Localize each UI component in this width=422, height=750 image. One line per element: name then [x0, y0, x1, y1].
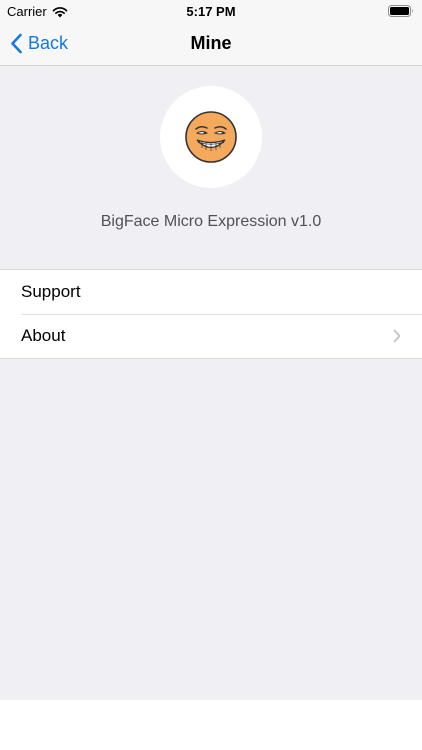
status-bar: Carrier 5:17 PM — [0, 0, 422, 22]
grinning-face-icon — [185, 111, 237, 163]
battery-icon — [388, 5, 413, 17]
app-version-label: BigFace Micro Expression v1.0 — [100, 213, 322, 230]
bottom-safe-area — [0, 700, 422, 750]
menu-item-support[interactable]: Support — [0, 270, 422, 314]
page-title: Mine — [190, 33, 232, 53]
menu-item-label: Support — [21, 282, 81, 301]
menu-item-about[interactable]: About — [0, 314, 422, 358]
mine-screen-content: BigFace Micro Expression v1.0 Support Ab… — [0, 66, 422, 700]
settings-menu: Support About — [0, 269, 422, 359]
navigation-bar: Back Mine — [0, 22, 422, 66]
avatar — [160, 86, 262, 188]
menu-item-label: About — [21, 326, 66, 345]
chevron-right-icon — [393, 329, 401, 343]
clock: 5:17 PM — [186, 4, 236, 19]
